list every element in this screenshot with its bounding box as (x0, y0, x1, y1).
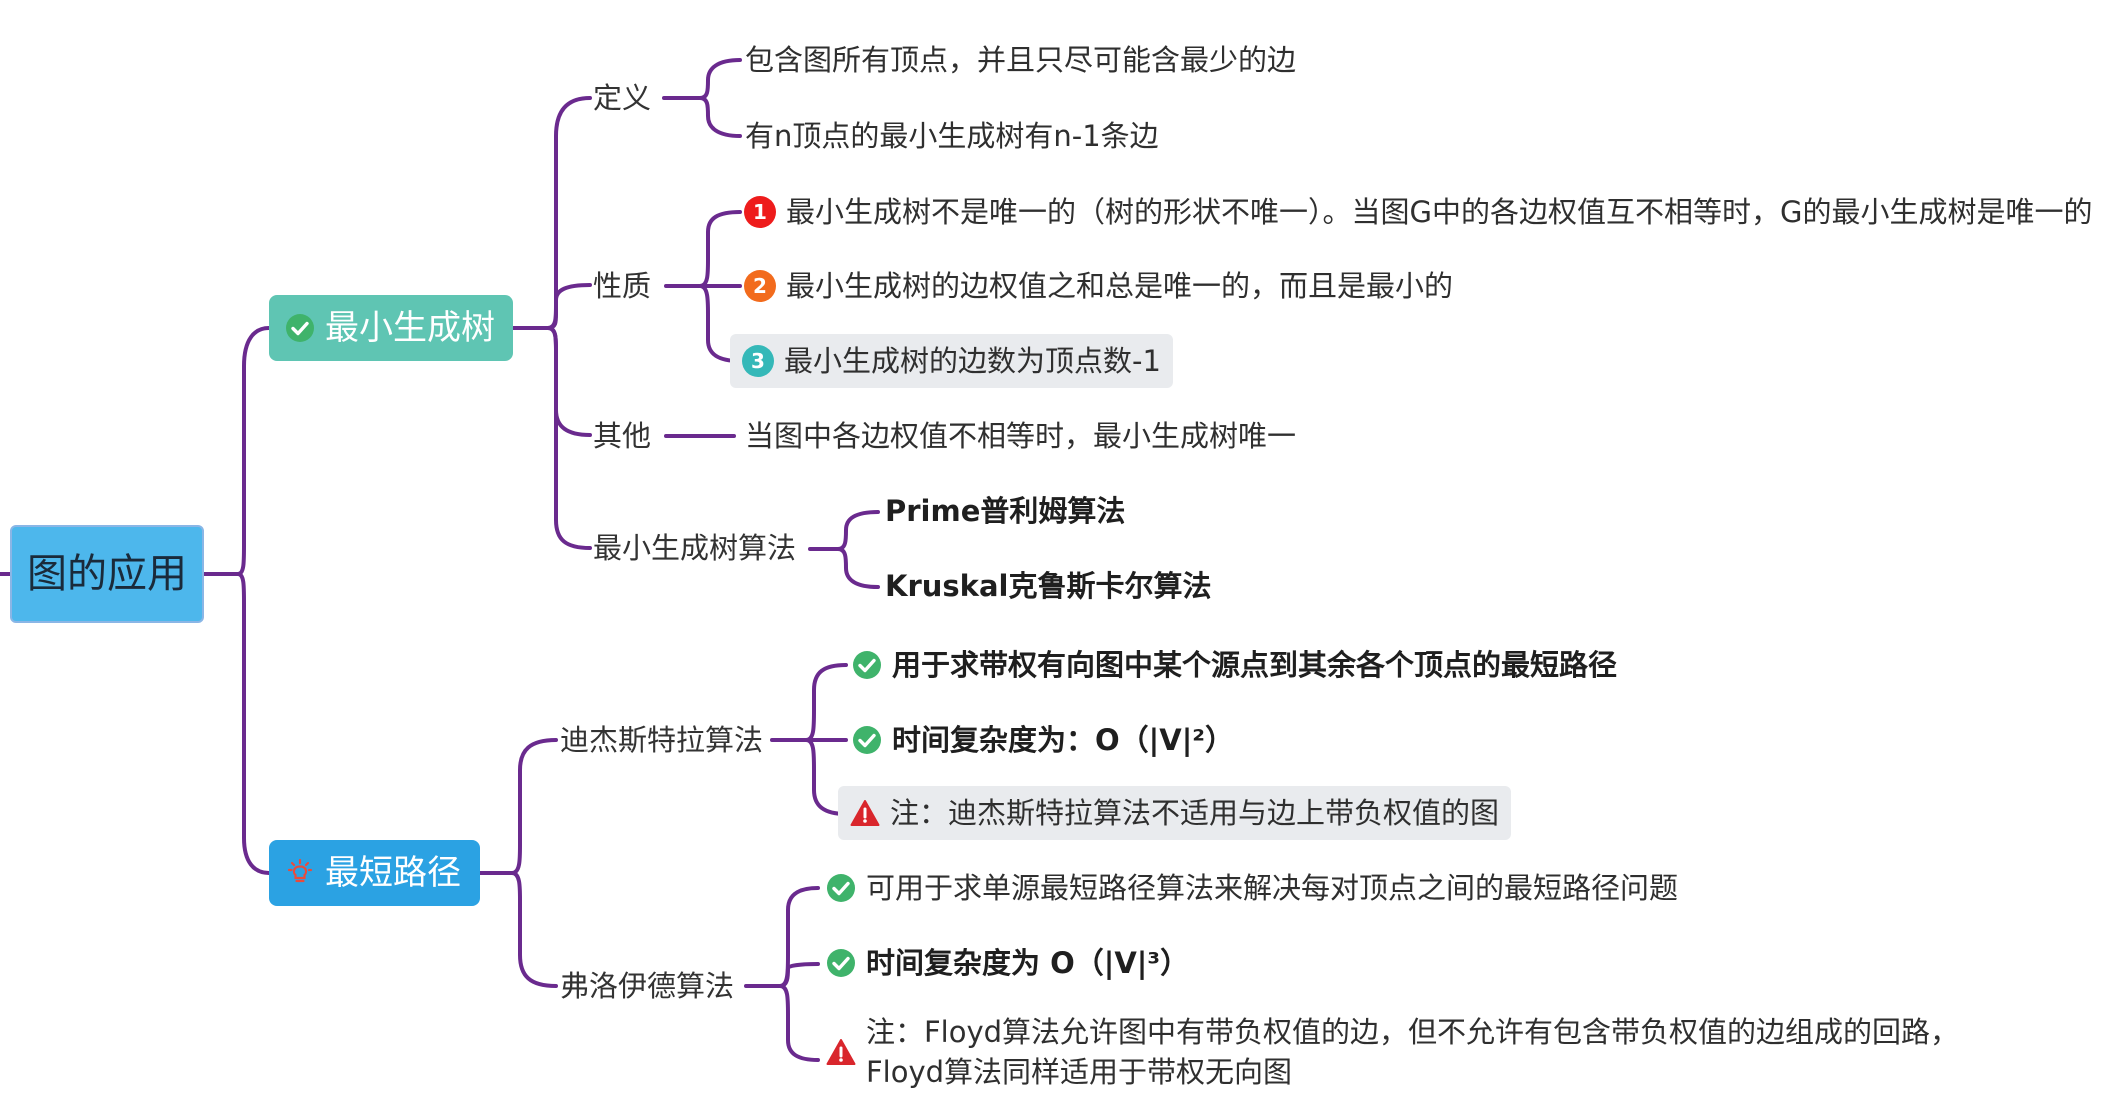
property-item-3[interactable]: 3 最小生成树的边数为顶点数-1 (730, 334, 1173, 388)
subtopic-label: 其他 (593, 419, 652, 453)
leaf-text: 可用于求单源最短路径算法来解决每对顶点之间的最短路径问题 (866, 870, 1679, 905)
check-circle-icon (285, 313, 315, 343)
branch-shortest-path[interactable]: 最短路径 (269, 840, 480, 906)
warning-icon (850, 799, 880, 827)
leaf-text: 包含图所有顶点，并且只尽可能含最少的边 (745, 43, 1297, 77)
floyd-note-line-2: Floyd算法同样适用于带权无向图 (866, 1055, 1293, 1089)
branch-label: 最短路径 (325, 853, 461, 893)
lightbulb-icon (285, 858, 315, 888)
check-circle-icon (852, 725, 882, 755)
definition-item-1[interactable]: 包含图所有顶点，并且只尽可能含最少的边 (745, 46, 1296, 75)
dijkstra-note[interactable]: 注：迪杰斯特拉算法不适用与边上带负权值的图 (838, 786, 1512, 840)
branch-minimum-spanning-tree[interactable]: 最小生成树 (269, 295, 513, 361)
number-badge-2: 2 (744, 270, 776, 302)
floyd-note[interactable]: 注：Floyd算法允许图中有带负权值的边，但不允许有包含带负权值的边组成的回路，… (826, 1012, 1959, 1092)
branch-label: 最小生成树 (325, 308, 495, 348)
leaf-text: 最小生成树的边权值之和总是唯一的，而且是最小的 (786, 268, 1454, 303)
check-circle-icon (826, 873, 856, 903)
property-item-1[interactable]: 1 最小生成树不是唯一的（树的形状不唯一）。当图G中的各边权值互不相等时，G的最… (744, 196, 2092, 228)
leaf-text: Prime普利姆算法 (885, 494, 1126, 528)
floyd-note-text: 注：Floyd算法允许图中有带负权值的边，但不允许有包含带负权值的边组成的回路，… (866, 1012, 1959, 1092)
floyd-note-line-1: 注：Floyd算法允许图中有带负权值的边，但不允许有包含带负权值的边组成的回路， (866, 1015, 1960, 1049)
leaf-text: 用于求带权有向图中某个源点到其余各个顶点的最短路径 (892, 647, 1618, 682)
leaf-text: 当图中各边权值不相等时，最小生成树唯一 (745, 419, 1297, 453)
subtopic-label: 性质 (593, 269, 652, 303)
leaf-text: 注：迪杰斯特拉算法不适用与边上带负权值的图 (890, 795, 1500, 830)
definition-item-2[interactable]: 有n顶点的最小生成树有n-1条边 (745, 122, 1159, 151)
subtopic-floyd[interactable]: 弗洛伊德算法 (560, 972, 734, 1001)
leaf-text: Kruskal克鲁斯卡尔算法 (885, 569, 1212, 603)
subtopic-dijkstra[interactable]: 迪杰斯特拉算法 (560, 726, 763, 755)
floyd-item-1[interactable]: 可用于求单源最短路径算法来解决每对顶点之间的最短路径问题 (826, 873, 1678, 903)
other-item[interactable]: 当图中各边权值不相等时，最小生成树唯一 (745, 422, 1296, 451)
number-badge-1: 1 (744, 196, 776, 228)
warning-icon (826, 1038, 856, 1066)
leaf-text: 时间复杂度为 O（|V|³） (866, 945, 1190, 980)
leaf-text: 最小生成树不是唯一的（树的形状不唯一）。当图G中的各边权值互不相等时，G的最小生… (786, 194, 2093, 229)
connector-lines (0, 58, 880, 1062)
floyd-item-2[interactable]: 时间复杂度为 O（|V|³） (826, 948, 1189, 978)
check-circle-icon (852, 650, 882, 680)
property-item-2[interactable]: 2 最小生成树的边权值之和总是唯一的，而且是最小的 (744, 270, 1453, 302)
leaf-text: 最小生成树的边数为顶点数-1 (784, 343, 1161, 378)
algorithm-prim[interactable]: Prime普利姆算法 (885, 497, 1125, 526)
root-label: 图的应用 (27, 551, 187, 597)
subtopic-label: 最小生成树算法 (593, 531, 797, 565)
leaf-text: 时间复杂度为：O（|V|²） (892, 722, 1234, 757)
subtopic-label: 弗洛伊德算法 (560, 969, 735, 1003)
subtopic-label: 定义 (593, 81, 652, 115)
subtopic-label: 迪杰斯特拉算法 (560, 723, 764, 757)
check-circle-icon (826, 948, 856, 978)
number-badge-3: 3 (742, 345, 774, 377)
leaf-text: 有n顶点的最小生成树有n-1条边 (745, 119, 1159, 153)
dijkstra-item-1[interactable]: 用于求带权有向图中某个源点到其余各个顶点的最短路径 (852, 650, 1617, 680)
dijkstra-item-2[interactable]: 时间复杂度为：O（|V|²） (852, 725, 1234, 755)
subtopic-other[interactable]: 其他 (593, 422, 651, 451)
algorithm-kruskal[interactable]: Kruskal克鲁斯卡尔算法 (885, 572, 1211, 601)
subtopic-mst-algorithms[interactable]: 最小生成树算法 (593, 534, 796, 563)
root-topic[interactable]: 图的应用 (10, 525, 204, 623)
subtopic-definition[interactable]: 定义 (593, 84, 651, 113)
subtopic-properties[interactable]: 性质 (593, 272, 651, 301)
